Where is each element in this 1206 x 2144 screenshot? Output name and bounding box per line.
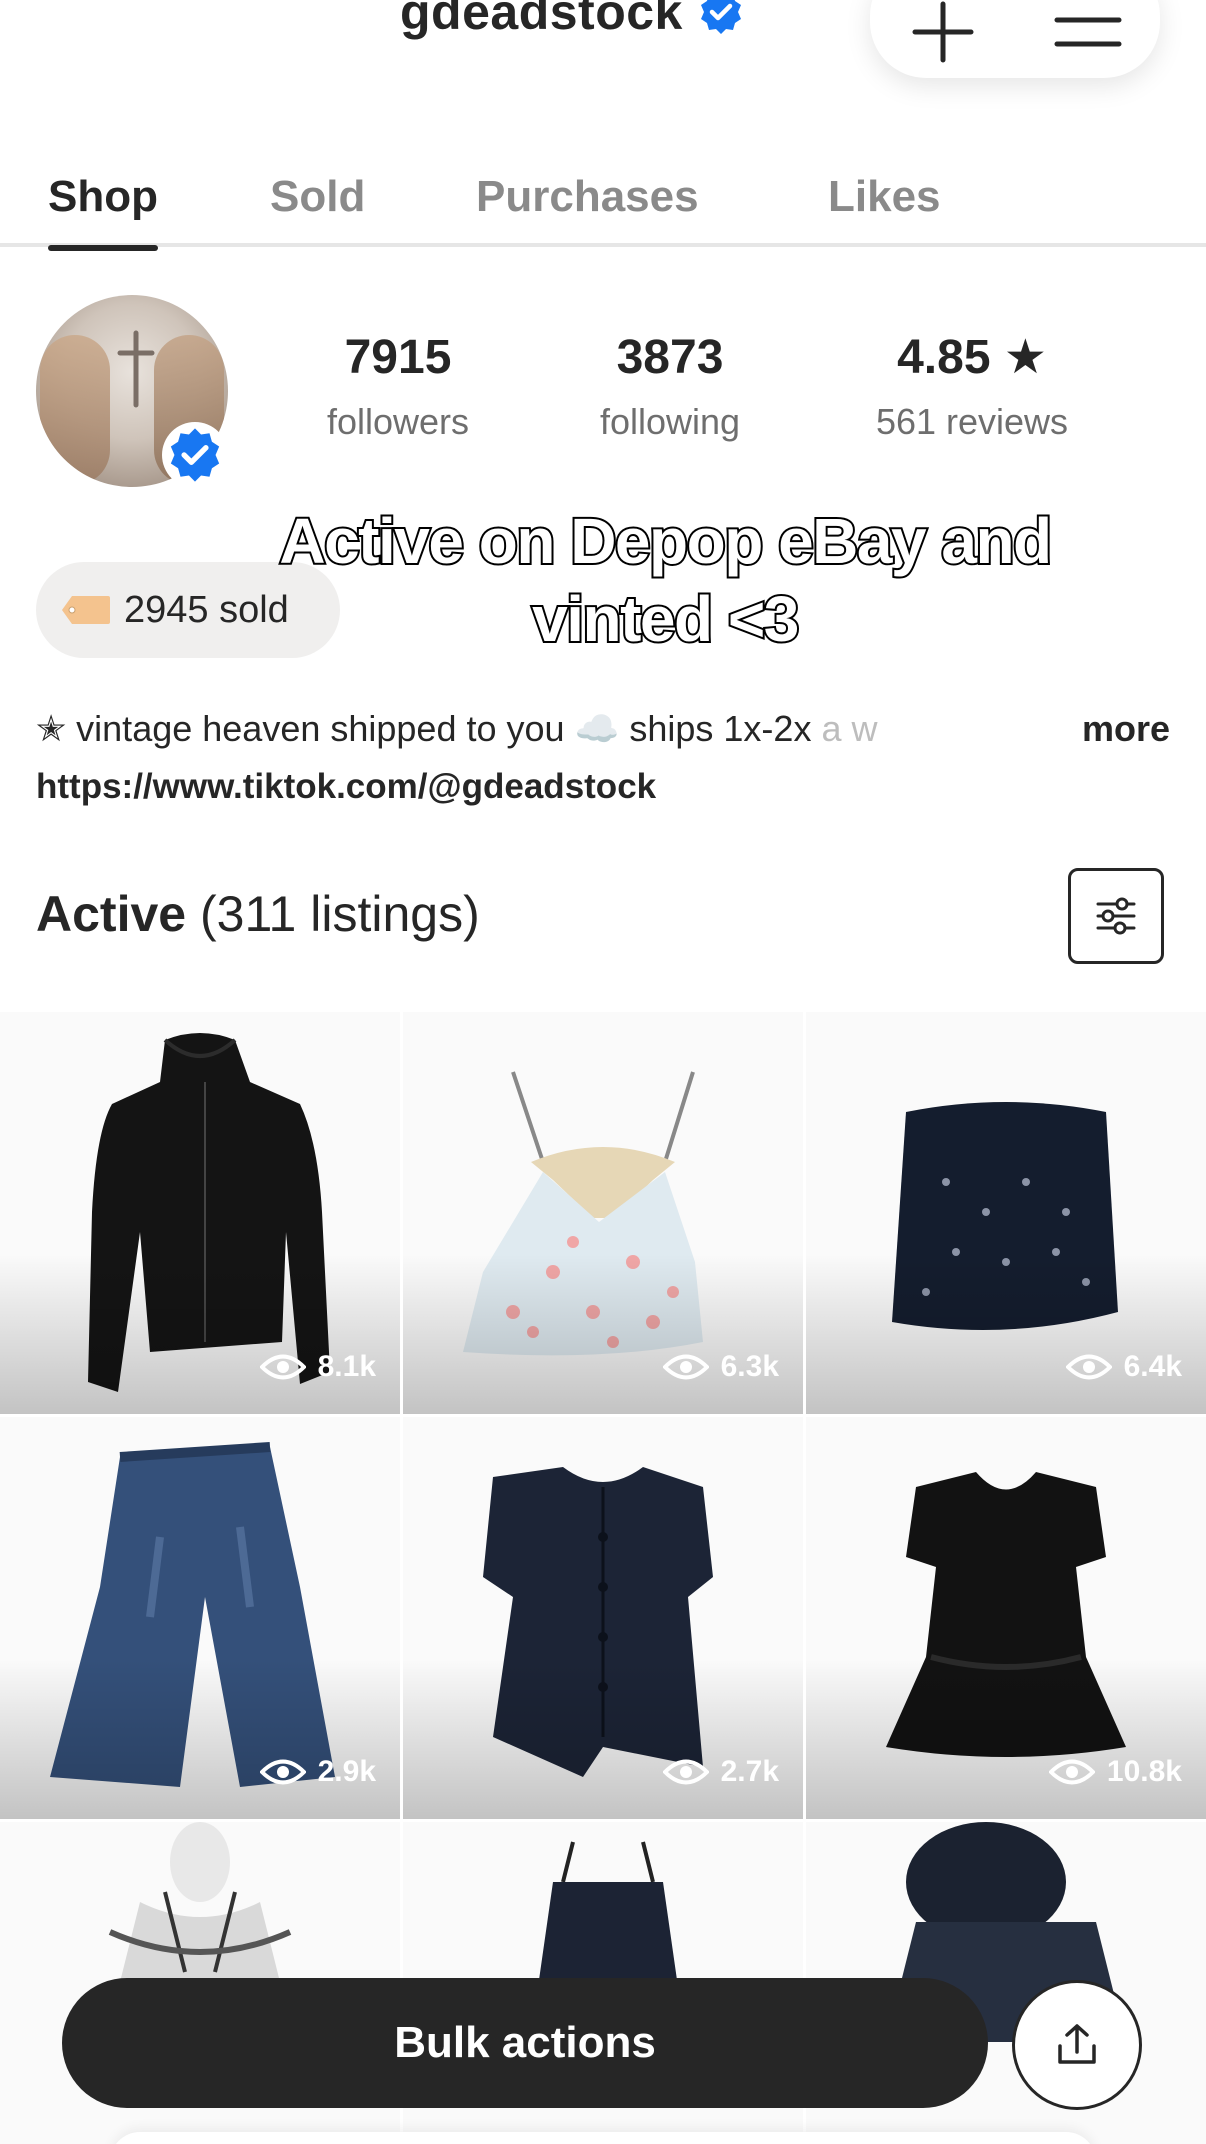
hamburger-menu-icon [1054,17,1121,47]
profile-tabs: Shop Sold Purchases Likes [0,165,1206,251]
listings-heading: Active (311 listings) [36,884,480,944]
eye-icon [1048,1759,1095,1785]
listing-card[interactable]: 2.7k [403,1417,803,1819]
price-tag-icon [62,596,110,624]
eye-icon [259,1759,306,1785]
sliders-filter-icon [1096,897,1136,935]
tab-sold[interactable]: Sold [270,165,365,247]
avatar-image-left [40,335,110,485]
menu-button[interactable] [1053,0,1123,67]
following-label: following [599,401,741,442]
views-counter: 2.7k [662,1755,779,1789]
views-shade [806,1254,1206,1414]
avatar-verified-badge [162,422,228,488]
views-count: 10.8k [1106,1755,1182,1788]
rating-value: 4.85 ★ [897,331,1047,384]
views-shade [0,1659,400,1819]
listing-card[interactable]: 6.3k [403,1012,803,1414]
reviews-stat[interactable]: 4.85 ★ 561 reviews [846,330,1098,444]
tab-likes[interactable]: Likes [828,165,941,247]
bio-text: ✭ vintage heaven shipped to you ☁️ ships… [36,704,1176,756]
listing-card[interactable]: 8.1k [0,1012,400,1414]
add-listing-button[interactable] [908,0,978,67]
bulk-actions-button[interactable]: Bulk actions [62,1978,988,2108]
share-upload-icon [1058,2024,1096,2064]
views-shade [0,1254,400,1414]
views-count: 6.4k [1123,1350,1182,1383]
views-counter: 6.3k [662,1350,779,1384]
views-count: 6.3k [720,1350,779,1383]
eye-icon [662,1759,709,1785]
eye-icon [259,1354,306,1380]
bio-more-button[interactable]: more [1041,704,1170,754]
views-count: 2.9k [317,1755,376,1788]
views-counter: 10.8k [1048,1755,1182,1789]
views-counter: 8.1k [259,1350,376,1384]
views-count: 8.1k [317,1350,376,1383]
cross-icon [117,330,155,408]
followers-count: 7915 [344,331,452,384]
eye-icon [1065,1354,1112,1380]
views-shade [403,1254,803,1414]
plus-icon [912,1,973,63]
reviews-count: 561 reviews [875,401,1069,442]
bio-main: ✭ vintage heaven shipped to you ☁️ ships… [36,708,822,749]
verified-badge-icon [170,428,220,482]
views-shade [806,1659,1206,1819]
views-counter: 2.9k [259,1755,376,1789]
profile-link[interactable]: https://www.tiktok.com/@gdeadstock [36,762,656,812]
listing-card[interactable]: 10.8k [806,1417,1206,1819]
followers-label: followers [326,401,470,442]
username: gdeadstock [400,0,683,40]
followers-stat[interactable]: 7915 followers [300,330,496,444]
listing-card[interactable]: 6.4k [806,1012,1206,1414]
following-stat[interactable]: 3873 following [572,330,768,444]
bottom-sheet-edge [110,2132,1096,2144]
views-counter: 6.4k [1065,1350,1182,1384]
share-button[interactable] [1012,1980,1142,2110]
views-shade [403,1659,803,1819]
tab-purchases[interactable]: Purchases [476,165,699,247]
following-count: 3873 [616,331,724,384]
filter-button[interactable] [1068,868,1164,964]
listings-count: (311 listings) [199,886,480,942]
eye-icon [662,1354,709,1380]
listing-card[interactable]: 2.9k [0,1417,400,1819]
views-count: 2.7k [720,1755,779,1788]
depop-shop-profile: gdeadstock Shop Sold Purchases Likes 791… [0,0,1206,2144]
verified-badge-icon [700,0,741,34]
header-actions [870,0,1160,78]
profile-header: gdeadstock [400,0,745,50]
overlay-caption: Active on Depop eBay and vinted <3 [277,503,1054,657]
bio-fade: a w [821,708,878,749]
tab-shop[interactable]: Shop [48,165,158,251]
listings-title: Active [36,886,187,942]
